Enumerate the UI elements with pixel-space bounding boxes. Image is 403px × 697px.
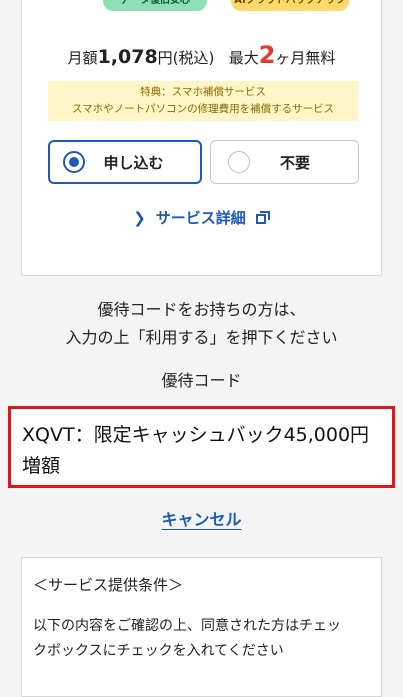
coupon-code-display: XQVT：限定キャッシュバック45,000円 増額 <box>8 406 395 488</box>
data-recovery-badge: データ復旧安心 <box>103 0 207 11</box>
ai-cloud-backup-badge: AIクラウドバックアップ <box>231 0 349 11</box>
radio-selected-icon[interactable] <box>63 151 85 173</box>
decline-option-button[interactable]: 不要 <box>210 140 359 184</box>
radio-unselected-icon[interactable] <box>228 151 250 173</box>
coupon-instruction-line2: 入力の上「利用する」を押下ください <box>65 328 338 347</box>
service-detail-link[interactable]: ❯ サービス詳細 <box>22 207 381 228</box>
coupon-instruction-line1: 優待コードをお持ちの方は、 <box>97 300 306 319</box>
apply-option-button[interactable]: 申し込む <box>48 140 202 184</box>
coupon-instruction: 優待コードをお持ちの方は、 入力の上「利用する」を押下ください <box>0 296 403 352</box>
benefit-title: 特典：スマホ補償サービス <box>140 86 266 98</box>
terms-body-line1: 以下の内容をご確認の上、同意された方はチェッ <box>33 618 341 634</box>
external-link-icon <box>255 210 270 225</box>
chevron-right-icon: ❯ <box>133 208 146 227</box>
terms-body-line2: クボックスにチェックを入れてください <box>33 643 284 659</box>
decline-option-label: 不要 <box>279 153 310 172</box>
price-prefix: 月額 <box>67 49 98 67</box>
price-suffix: 円(税込) <box>157 49 215 67</box>
price-amount: 1,078 <box>97 46 158 68</box>
price-line: 月額1,078円(税込) 最大2ヶ月無料 <box>22 41 381 69</box>
terms-section: ＜サービス提供条件＞ 以下の内容をご確認の上、同意された方はチェッ クボックスに… <box>21 557 382 697</box>
promo-number: 2 <box>258 41 276 69</box>
apply-option-label: 申し込む <box>103 153 164 172</box>
coupon-code-label: 優待コード <box>161 371 242 390</box>
promo-suffix: ヶ月無料 <box>275 49 336 67</box>
terms-title: ＜サービス提供条件＞ <box>33 576 184 594</box>
cancel-coupon-link[interactable]: キャンセル <box>0 506 403 530</box>
coupon-code-text-line1: XQVT：限定キャッシュバック45,000円 <box>22 424 370 446</box>
coupon-code-text-line2: 増額 <box>22 455 61 477</box>
benefit-description: スマホやノートパソコンの修理費用を補償するサービス <box>71 103 335 115</box>
service-detail-label: サービス詳細 <box>155 209 246 227</box>
service-option-card: データ復旧安心 AIクラウドバックアップ 月額1,078円(税込) 最大2ヶ月無… <box>21 0 382 276</box>
benefit-banner: 特典：スマホ補償サービス スマホやノートパソコンの修理費用を補償するサービス <box>48 81 358 121</box>
terms-body: 以下の内容をご確認の上、同意された方はチェッ クボックスにチェックを入れてくださ… <box>33 614 373 664</box>
promo-prefix: 最大 <box>228 49 259 67</box>
